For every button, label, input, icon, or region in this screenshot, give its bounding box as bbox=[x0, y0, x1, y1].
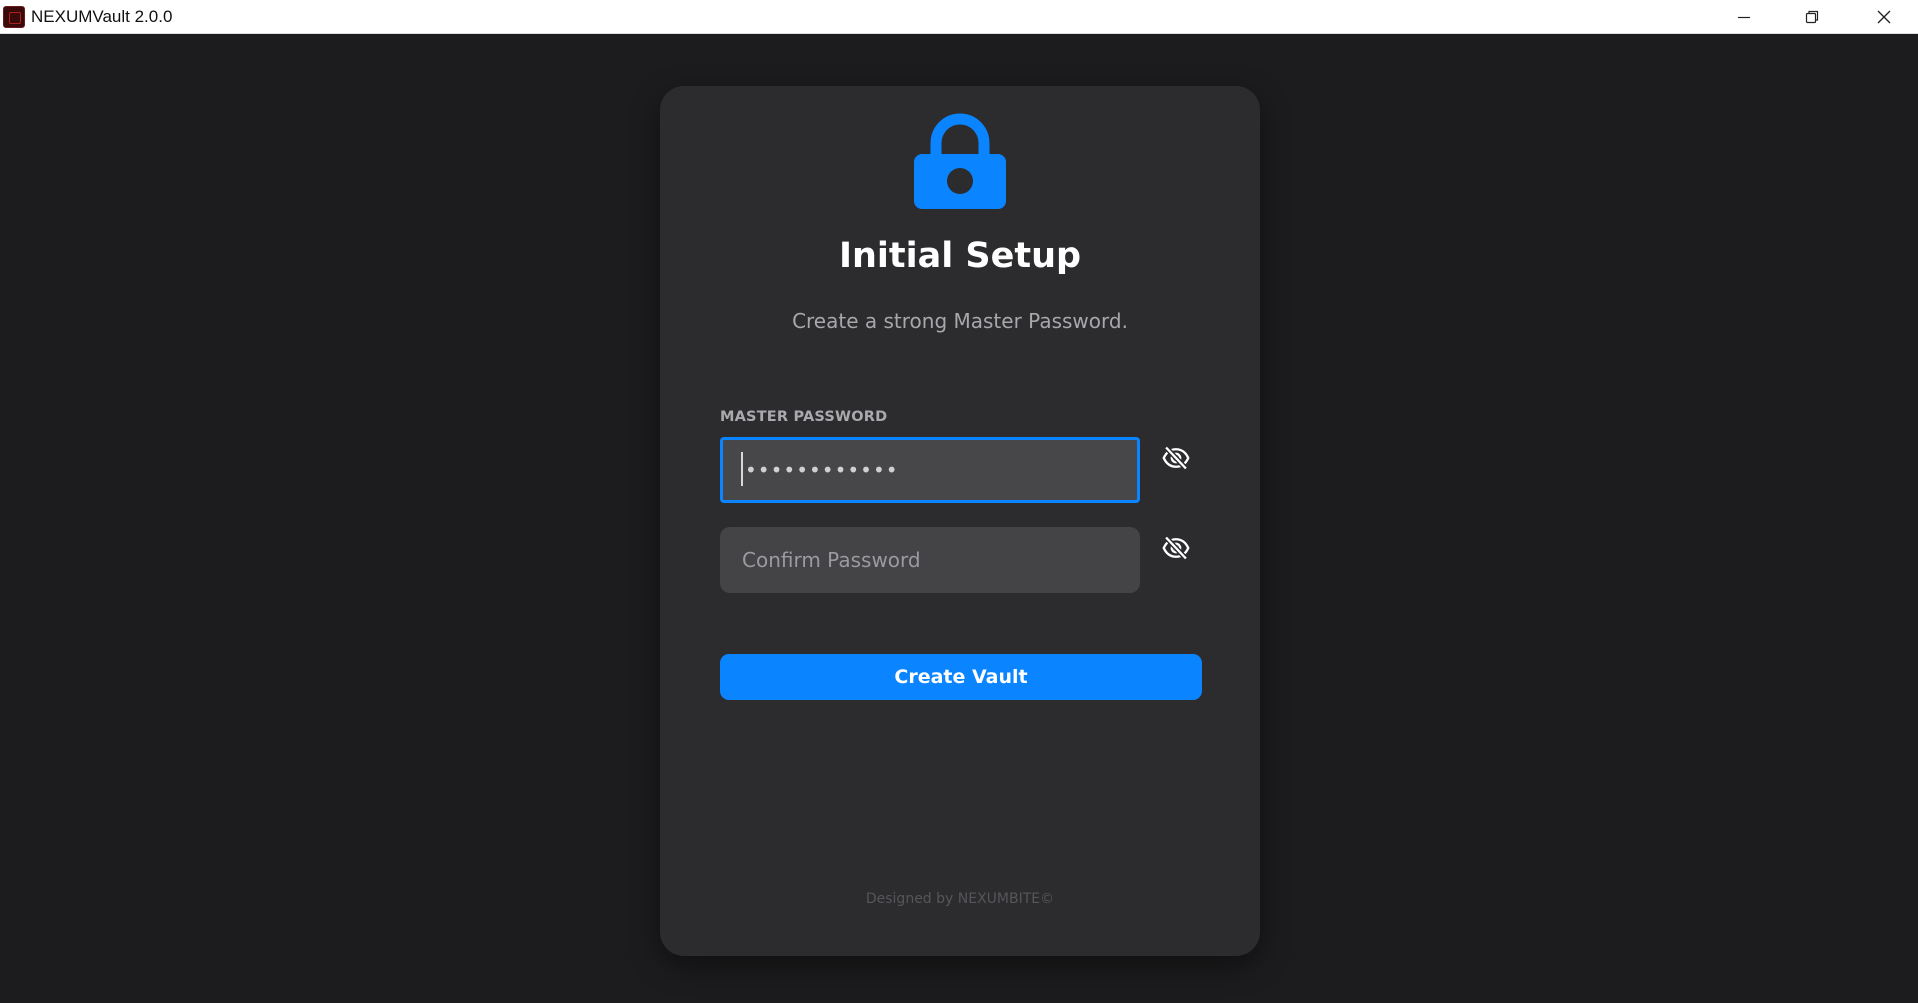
master-password-input[interactable] bbox=[720, 437, 1140, 503]
text-caret bbox=[741, 452, 743, 486]
restore-icon bbox=[1805, 10, 1819, 24]
footer-credit: Designed by NEXUMBITE© bbox=[865, 891, 1055, 907]
confirm-password-input[interactable] bbox=[720, 527, 1140, 593]
close-button[interactable] bbox=[1850, 0, 1918, 34]
minimize-button[interactable] bbox=[1710, 0, 1778, 34]
setup-card: Initial Setup Create a strong Master Pas… bbox=[660, 86, 1260, 956]
eye-off-icon bbox=[1162, 445, 1190, 471]
nexumvault-app-icon bbox=[3, 6, 25, 28]
lock-icon bbox=[914, 113, 1006, 209]
eye-off-icon bbox=[1162, 535, 1190, 561]
minimize-icon bbox=[1738, 16, 1750, 19]
window-title: NEXUMVault 2.0.0 bbox=[31, 7, 173, 26]
toggle-confirm-visibility-button[interactable] bbox=[1160, 532, 1192, 564]
page-subtitle: Create a strong Master Password. bbox=[792, 309, 1128, 333]
create-vault-button[interactable]: Create Vault bbox=[720, 654, 1202, 700]
close-icon bbox=[1877, 10, 1891, 24]
window-titlebar: NEXUMVault 2.0.0 bbox=[0, 0, 1918, 34]
master-password-label: MASTER PASSWORD bbox=[720, 409, 888, 425]
restore-button[interactable] bbox=[1778, 0, 1846, 34]
page-title: Initial Setup bbox=[838, 236, 1082, 276]
toggle-master-visibility-button[interactable] bbox=[1160, 442, 1192, 474]
